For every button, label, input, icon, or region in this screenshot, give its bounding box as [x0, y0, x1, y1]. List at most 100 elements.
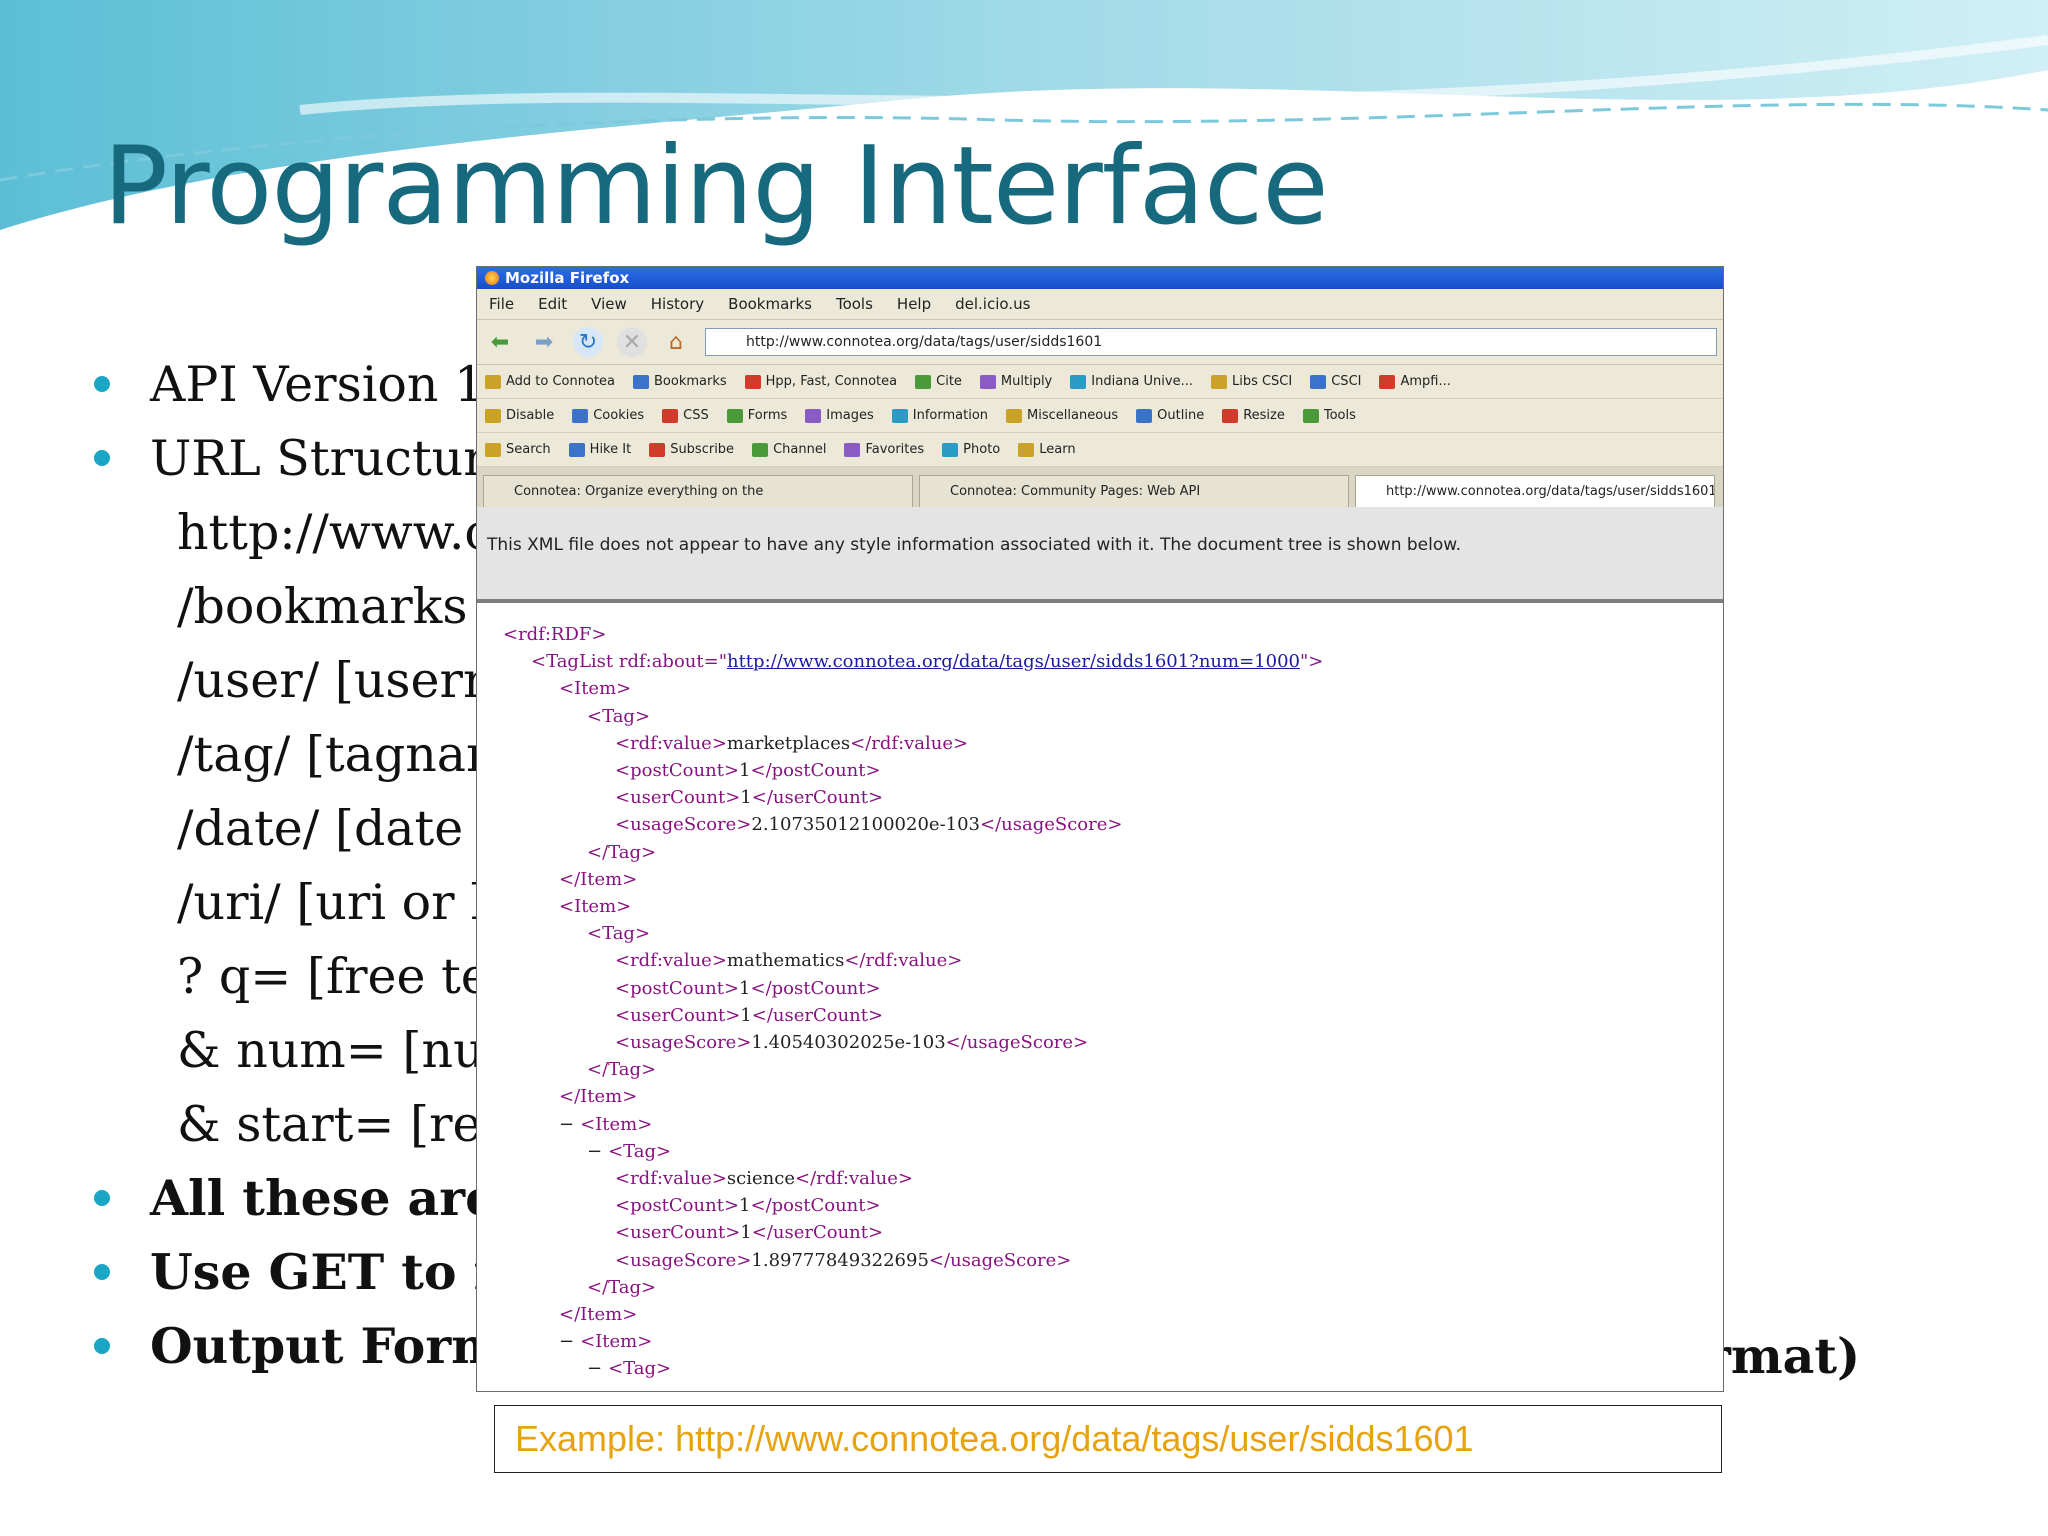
toolbar-button[interactable]: Photo — [942, 442, 1000, 457]
xml-field-open-tag: <userCount> — [615, 1004, 741, 1026]
toolbar-button[interactable]: Images — [805, 408, 874, 423]
xml-field-line: <usageScore>1.40540302025e-103</usageSco… — [503, 1029, 1723, 1056]
xml-taglist-link[interactable]: http://www.connotea.org/data/tags/user/s… — [727, 651, 1300, 672]
xml-line: − <Item> — [503, 1328, 1723, 1355]
toolbar-button[interactable]: Favorites — [844, 442, 924, 457]
xml-field-line: <postCount>1</postCount> — [503, 975, 1723, 1002]
xml-field-line: <usageScore>2.10735012100020e-103</usage… — [503, 811, 1723, 838]
toolbar-button-icon — [568, 442, 585, 457]
menu-item[interactable]: Help — [897, 295, 931, 313]
xml-field-line: <postCount>1</postCount> — [503, 1192, 1723, 1219]
browser-tab[interactable]: Connotea: Organize everything on the — [483, 475, 913, 507]
stop-icon[interactable]: ✕ — [617, 327, 647, 357]
toolbar-button[interactable]: CSCI — [1310, 374, 1361, 389]
toolbar-button[interactable]: Cookies — [572, 408, 644, 423]
toolbar-button-label: CSS — [683, 408, 709, 423]
bullet-dot — [94, 1190, 110, 1206]
browser-tab[interactable]: Connotea: Community Pages: Web API — [919, 475, 1349, 507]
toolbar-button-label: Resize — [1243, 408, 1285, 423]
menu-item[interactable]: Tools — [836, 295, 873, 313]
toolbar-button-label: Tools — [1323, 408, 1356, 423]
toolbar-button[interactable]: Ampfi... — [1379, 374, 1451, 389]
toolbar-button[interactable]: CSS — [662, 408, 709, 423]
xml-line: </Item> — [503, 866, 1723, 893]
toolbar-button[interactable]: Tools — [1302, 408, 1356, 423]
toolbar-button-label: Bookmarks — [654, 374, 727, 389]
xml-line: </Item> — [503, 1301, 1723, 1328]
toolbar-button-icon — [915, 374, 932, 389]
toolbar-button[interactable]: Learn — [1018, 442, 1076, 457]
toolbar-button[interactable]: Disable — [485, 408, 554, 423]
xml-line: <Item> — [503, 675, 1723, 702]
toolbar-button-icon — [726, 408, 743, 423]
toolbar-button[interactable]: Subscribe — [649, 442, 734, 457]
menu-item[interactable]: History — [651, 295, 704, 313]
menu-item[interactable]: File — [489, 295, 514, 313]
xml-field-close-tag: </userCount> — [751, 1222, 884, 1244]
firefox-icon — [485, 271, 499, 285]
bookmarks-toolbar: Add to Connotea Bookmarks Hpp, Fast, Conno… — [477, 365, 1723, 399]
sub-line-text: /date/ [date o — [177, 800, 509, 857]
collapse-toggle-icon[interactable]: − — [587, 1358, 602, 1379]
xml-field-open-tag: <userCount> — [615, 1222, 741, 1244]
toolbar-button-label: Disable — [506, 408, 555, 423]
toolbar-button[interactable]: Outline — [1136, 408, 1204, 423]
menu-item[interactable]: Bookmarks — [728, 295, 812, 313]
toolbar-button[interactable]: Information — [891, 408, 988, 423]
xml-field-value: marketplaces — [726, 732, 851, 754]
reload-icon[interactable]: ↻ — [573, 327, 603, 357]
toolbar-button[interactable]: Search — [485, 442, 551, 457]
toolbar-button[interactable]: Miscellaneous — [1006, 408, 1118, 423]
xml-field-close-tag: </postCount> — [750, 760, 881, 782]
xml-tag-open: <Tag> — [608, 1358, 672, 1380]
xml-field-line: <rdf:value>mathematics</rdf:value> — [503, 947, 1723, 974]
toolbar-button-icon — [979, 374, 996, 389]
toolbar-button-label: Favorites — [865, 442, 925, 457]
toolbar-button[interactable]: Hike It — [568, 442, 631, 457]
toolbar-button-icon — [1018, 442, 1035, 457]
toolbar-button-icon — [485, 374, 501, 389]
xml-field-open-tag: <postCount> — [615, 1195, 740, 1217]
toolbar-button[interactable]: Add to Connotea — [485, 374, 615, 389]
url-bar[interactable]: http://www.connotea.org/data/tags/user/s… — [705, 328, 1717, 356]
menu-item[interactable]: Edit — [538, 295, 567, 313]
toolbar-button[interactable]: Resize — [1222, 408, 1285, 423]
toolbar-button[interactable]: Hpp, Fast, Connotea — [744, 374, 898, 389]
home-icon[interactable]: ⌂ — [661, 327, 691, 357]
xml-tag-open: <Tag> — [587, 705, 651, 727]
xml-tag-close: </Tag> — [587, 841, 657, 863]
menu-item[interactable]: del.icio.us — [955, 295, 1030, 313]
toolbar-button[interactable]: Cite — [915, 374, 962, 389]
browser-tab[interactable]: http://www.connotea.org/data/tags/user/s… — [1355, 475, 1715, 507]
collapse-toggle-icon[interactable]: − — [559, 1331, 574, 1352]
xml-field-close-tag: </postCount> — [750, 1195, 881, 1217]
toolbar-button[interactable]: Multiply — [979, 374, 1052, 389]
collapse-toggle-icon[interactable]: − — [559, 1114, 574, 1135]
xml-field-open-tag: <rdf:value> — [615, 732, 727, 754]
back-arrow-icon[interactable]: ⬅ — [485, 327, 515, 357]
xml-field-value: 1.89777849322695 — [751, 1249, 929, 1271]
xml-field-open-tag: <postCount> — [615, 760, 740, 782]
xml-info-message: This XML file does not appear to have an… — [477, 507, 1723, 603]
xml-line: − <Tag> — [503, 1355, 1723, 1382]
xml-field-line: <rdf:value>science</rdf:value> — [503, 1165, 1723, 1192]
toolbar-button[interactable]: Forms — [726, 408, 787, 423]
toolbar-button-label: Miscellaneous — [1027, 408, 1119, 423]
toolbar-button-label: CSCI — [1331, 374, 1362, 389]
xml-field-open-tag: <usageScore> — [615, 1032, 752, 1054]
xml-field-value: science — [726, 1168, 795, 1190]
toolbar-button-icon — [744, 374, 761, 389]
toolbar-button[interactable]: Indiana Unive... — [1070, 374, 1193, 389]
collapse-toggle-icon[interactable]: − — [587, 1141, 602, 1162]
xml-taglist-close: "> — [1299, 651, 1324, 673]
slide-title: Programming Interface — [103, 124, 1329, 249]
toolbar-button-label: Hpp, Fast, Connotea — [765, 374, 898, 389]
toolbar-button[interactable]: Channel — [752, 442, 826, 457]
xml-line: <TagList rdf:about="http://www.connotea.… — [503, 648, 1723, 675]
forward-arrow-icon[interactable]: ➡ — [529, 327, 559, 357]
xml-line: <rdf:RDF> — [503, 621, 1723, 648]
toolbar-button[interactable]: Bookmarks — [633, 374, 727, 389]
extensions-toolbar: Search Hike It Subscribe Channel Favorites Ph… — [477, 433, 1723, 467]
toolbar-button[interactable]: Libs CSCI — [1210, 374, 1292, 389]
menu-item[interactable]: View — [591, 295, 627, 313]
